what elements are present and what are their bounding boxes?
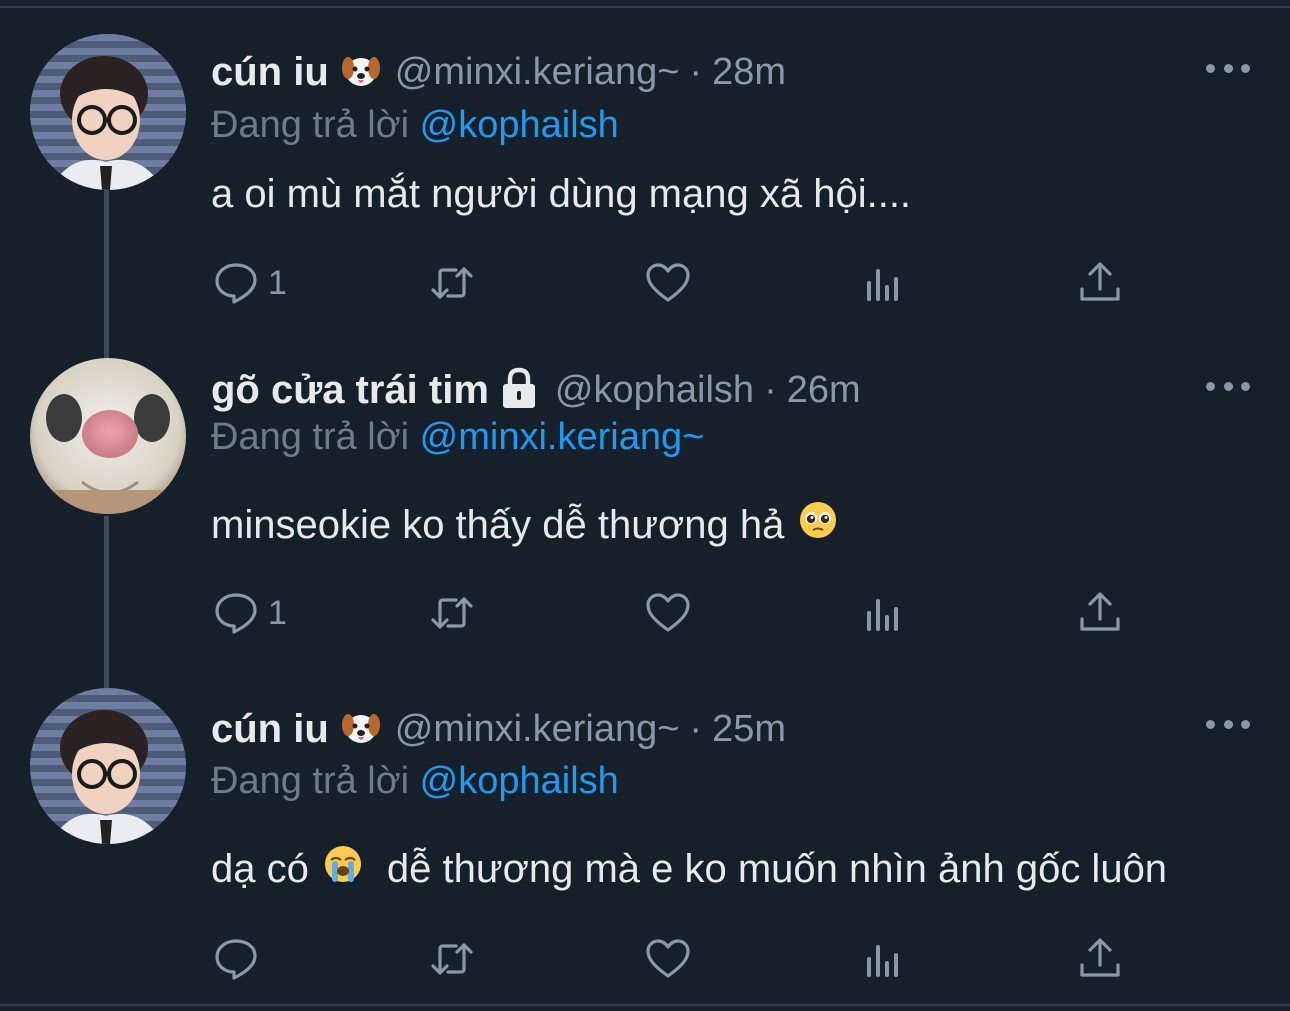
bottom-divider <box>0 1004 1290 1006</box>
tweet-text-after: dễ thương mà e ko muốn nhìn ảnh gốc luôn <box>386 846 1168 891</box>
separator: · <box>689 707 703 750</box>
analytics-icon <box>867 945 898 977</box>
reply-icon <box>215 939 257 980</box>
tweet-header: cún iu @minxi.keriang~ · 25m <box>211 704 786 754</box>
timestamp[interactable]: 25m <box>712 708 786 751</box>
replying-prefix: Đang trả lời <box>211 760 410 802</box>
tweet-text: dạ có dễ thương mà e ko muốn nhìn ảnh gố… <box>211 844 1167 894</box>
avatar[interactable] <box>30 688 186 844</box>
more-options-icon[interactable] <box>1206 714 1250 734</box>
share-button[interactable] <box>1076 934 1124 984</box>
action-bar <box>0 934 1290 984</box>
retweet-button[interactable] <box>428 934 476 984</box>
share-icon <box>1080 938 1120 977</box>
replying-to: Đang trả lời @kophailsh <box>211 760 619 803</box>
tweet[interactable]: cún iu @minxi.keriang~ · 25m Đang trả lờ… <box>0 0 1290 1004</box>
retweet-icon <box>431 943 473 975</box>
display-name[interactable]: cún iu <box>211 707 329 752</box>
loudly-crying-face-emoji-icon <box>323 844 363 894</box>
mention-link[interactable]: @kophailsh <box>420 760 619 802</box>
views-button[interactable] <box>860 934 908 984</box>
tweet-text-before: dạ có <box>211 846 309 891</box>
user-handle[interactable]: @minxi.keriang~ <box>395 708 680 751</box>
like-button[interactable] <box>644 934 692 984</box>
heart-icon <box>646 939 690 978</box>
reply-button[interactable] <box>212 934 268 984</box>
dog-face-emoji-icon <box>341 707 381 752</box>
